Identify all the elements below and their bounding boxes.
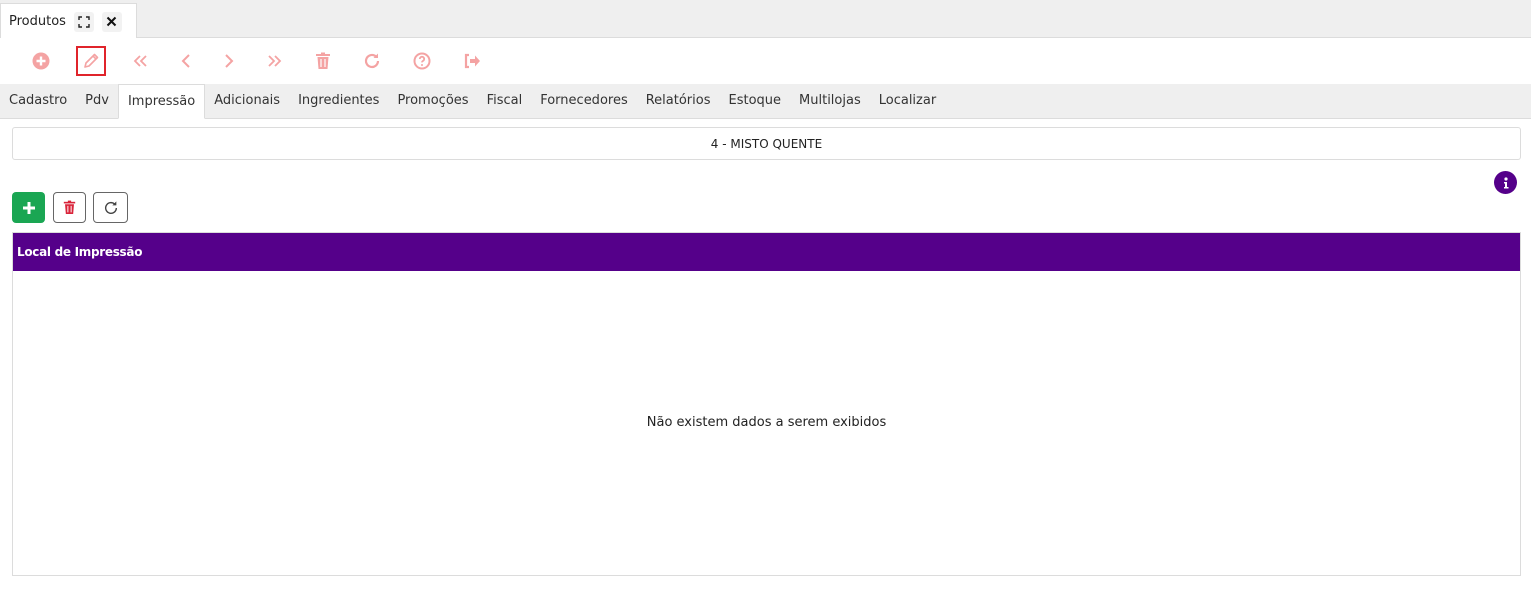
grid-add-button[interactable] bbox=[12, 192, 45, 223]
chevron-left-icon bbox=[181, 54, 190, 68]
tab-estoque[interactable]: Estoque bbox=[720, 85, 791, 115]
double-chevron-right-icon bbox=[268, 55, 282, 67]
add-button[interactable] bbox=[26, 46, 56, 76]
expand-icon[interactable] bbox=[73, 11, 94, 32]
question-circle-icon bbox=[413, 52, 431, 70]
window-tab-title: Produtos bbox=[9, 14, 66, 29]
grid-header: Local de Impressão bbox=[13, 233, 1520, 271]
trash-icon bbox=[316, 52, 330, 69]
window-tab-produtos[interactable]: Produtos bbox=[0, 3, 137, 39]
grid-refresh-button[interactable] bbox=[93, 192, 128, 223]
refresh-icon bbox=[104, 200, 117, 214]
plus-icon bbox=[22, 201, 35, 214]
tab-promocoes[interactable]: Promoções bbox=[388, 85, 477, 115]
tab-impressao[interactable]: Impressão bbox=[117, 84, 206, 119]
close-icon[interactable] bbox=[101, 11, 122, 32]
tab-localizar[interactable]: Localizar bbox=[870, 85, 945, 115]
first-button[interactable] bbox=[125, 46, 155, 76]
tab-pdv[interactable]: Pdv bbox=[76, 85, 118, 115]
refresh-icon bbox=[364, 53, 380, 69]
double-chevron-left-icon bbox=[133, 55, 147, 67]
help-button[interactable] bbox=[407, 46, 437, 76]
window-tab-strip: Produtos bbox=[0, 0, 1531, 39]
sign-out-icon bbox=[464, 53, 480, 69]
exit-button[interactable] bbox=[457, 46, 487, 76]
toolbar bbox=[0, 38, 1531, 84]
edit-button[interactable] bbox=[76, 46, 106, 76]
plus-circle-icon bbox=[32, 52, 50, 70]
previous-button[interactable] bbox=[171, 46, 201, 76]
column-header-local-impressao[interactable]: Local de Impressão bbox=[17, 245, 142, 259]
tab-adicionais[interactable]: Adicionais bbox=[205, 85, 289, 115]
product-title: 4 - MISTO QUENTE bbox=[12, 127, 1521, 160]
next-button[interactable] bbox=[214, 46, 244, 76]
last-button[interactable] bbox=[260, 46, 290, 76]
delete-button[interactable] bbox=[308, 46, 338, 76]
refresh-button[interactable] bbox=[357, 46, 387, 76]
tab-multilojas[interactable]: Multilojas bbox=[790, 85, 870, 115]
chevron-right-icon bbox=[225, 54, 234, 68]
tab-relatorios[interactable]: Relatórios bbox=[637, 85, 720, 115]
trash-icon bbox=[63, 200, 76, 214]
print-location-grid: Local de Impressão Não existem dados a s… bbox=[12, 232, 1521, 576]
grid-delete-button[interactable] bbox=[53, 192, 86, 223]
form-tabs: Cadastro Pdv Impressão Adicionais Ingredient… bbox=[0, 84, 1531, 119]
tab-fiscal[interactable]: Fiscal bbox=[478, 85, 532, 115]
tab-ingredientes[interactable]: Ingredientes bbox=[289, 85, 388, 115]
info-icon[interactable] bbox=[1494, 171, 1517, 194]
pencil-icon bbox=[84, 53, 99, 68]
tab-cadastro[interactable]: Cadastro bbox=[0, 85, 76, 115]
grid-empty-message: Não existem dados a serem exibidos bbox=[646, 415, 887, 430]
tab-fornecedores[interactable]: Fornecedores bbox=[531, 85, 637, 115]
